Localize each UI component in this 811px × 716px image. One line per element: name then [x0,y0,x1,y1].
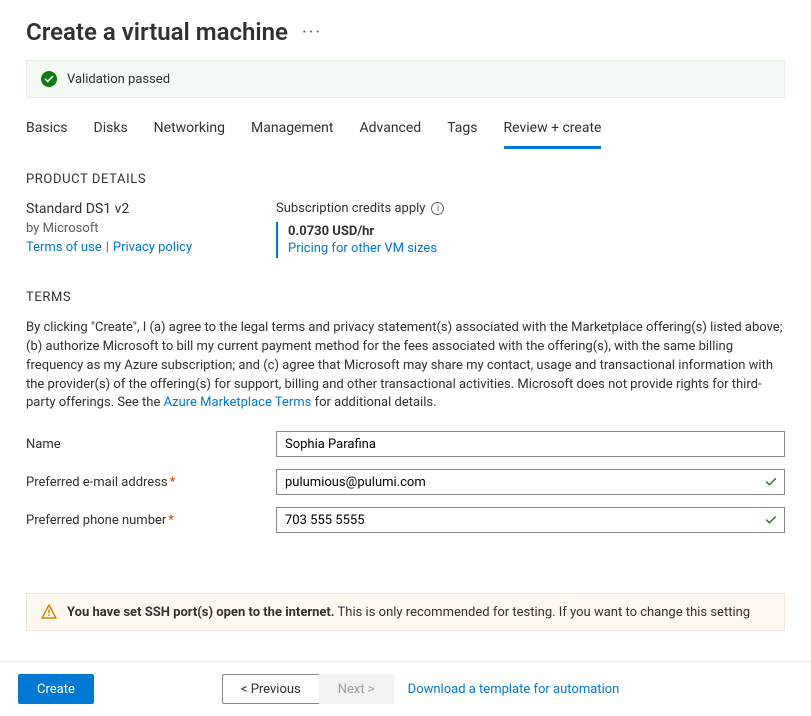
create-button[interactable]: Create [18,674,94,704]
tab-bar: Basics Disks Networking Management Advan… [0,114,811,150]
terms-of-use-link[interactable]: Terms of use [26,240,102,255]
required-asterisk: * [170,475,176,490]
phone-label: Preferred phone number [26,513,166,528]
footer-bar: Create < Previous Next > Download a temp… [0,661,811,716]
section-title-product: PRODUCT DETAILS [26,172,785,187]
section-title-terms: TERMS [26,290,785,305]
warning-rest: This is only recommended for testing. If… [335,605,751,620]
tab-review-create[interactable]: Review + create [504,114,602,149]
credits-label: Subscription credits apply [276,201,425,216]
product-name: Standard DS1 v2 [26,201,276,217]
terms-text: By clicking "Create", I (a) agree to the… [26,319,785,413]
check-icon [764,513,778,527]
page-title: Create a virtual machine [26,18,288,46]
tab-networking[interactable]: Networking [154,114,225,149]
previous-button[interactable]: < Previous [222,674,320,704]
phone-input[interactable] [276,507,785,533]
price-value: 0.0730 USD/hr [288,224,444,239]
tab-basics[interactable]: Basics [26,114,68,149]
product-publisher: by Microsoft [26,221,276,236]
more-icon[interactable]: ··· [302,22,322,43]
ssh-warning-banner: You have set SSH port(s) open to the int… [26,593,785,631]
pricing-link[interactable]: Pricing for other VM sizes [288,241,444,256]
name-label: Name [26,437,276,452]
email-input[interactable] [276,469,785,495]
validation-banner: Validation passed [26,60,785,98]
download-template-link[interactable]: Download a template for automation [408,682,620,697]
name-input[interactable] [276,431,785,457]
marketplace-terms-link[interactable]: Azure Marketplace Terms [164,395,312,410]
warning-bold: You have set SSH port(s) open to the int… [67,605,335,620]
warning-icon [41,604,57,620]
required-asterisk: * [168,513,174,528]
next-button: Next > [319,674,394,704]
privacy-policy-link[interactable]: Privacy policy [113,240,192,255]
tab-tags[interactable]: Tags [447,114,477,149]
email-label: Preferred e-mail address [26,475,168,490]
tab-management[interactable]: Management [251,114,333,149]
validation-text: Validation passed [67,72,170,87]
success-icon [41,71,57,87]
tab-advanced[interactable]: Advanced [360,114,422,149]
tab-disks[interactable]: Disks [94,114,128,149]
info-icon[interactable]: i [431,202,444,215]
check-icon [764,475,778,489]
